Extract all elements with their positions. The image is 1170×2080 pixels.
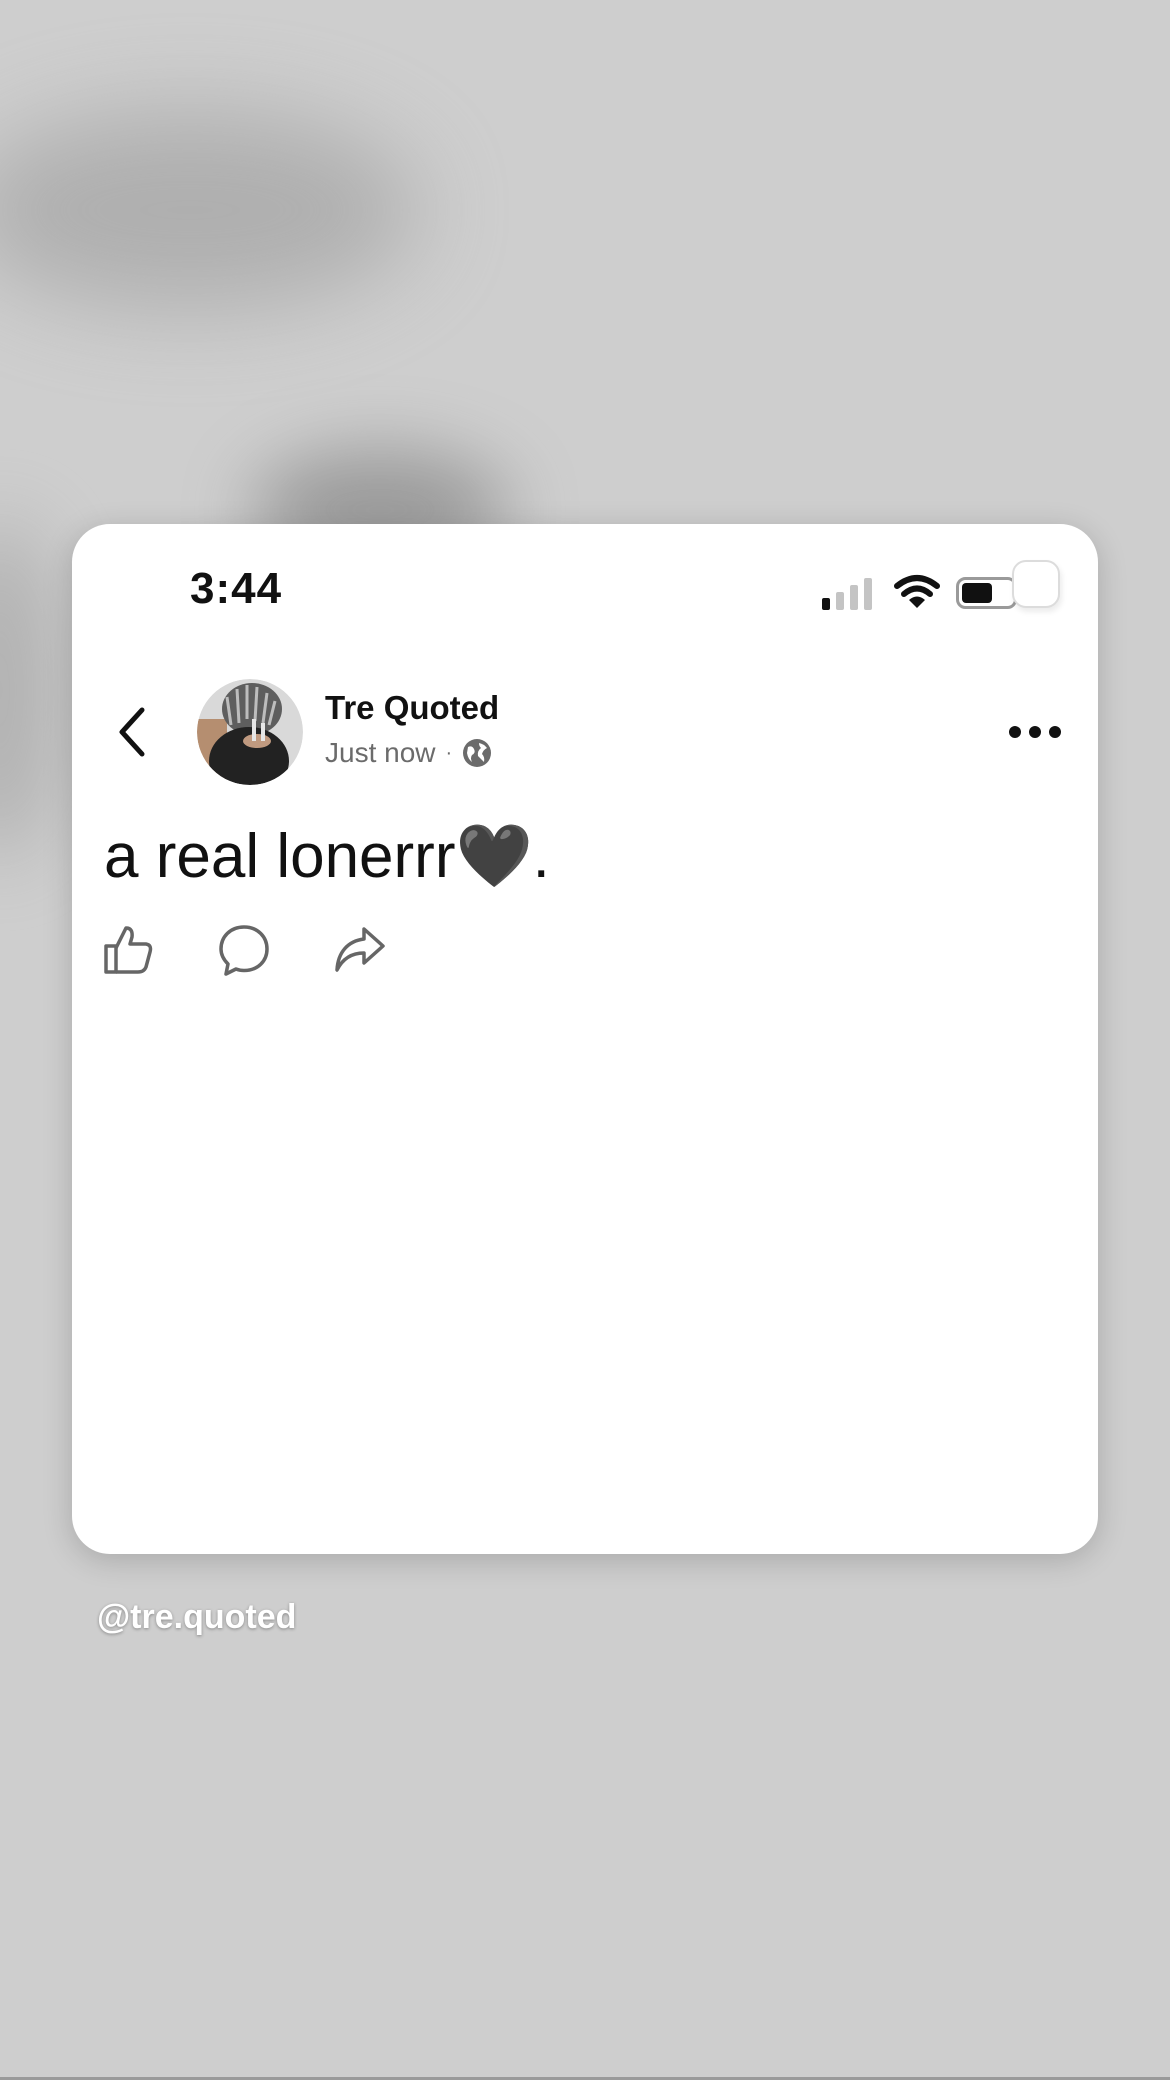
like-icon[interactable] — [102, 924, 154, 976]
globe-icon — [463, 739, 492, 767]
wifi-icon — [894, 575, 940, 608]
comment-icon[interactable] — [218, 924, 270, 976]
status-time: 3:44 — [190, 564, 283, 613]
post-text: a real lonerrr🖤. — [104, 822, 550, 891]
background-blur — [0, 110, 420, 310]
back-arrow-icon[interactable] — [112, 704, 152, 760]
more-options-icon[interactable] — [1007, 720, 1063, 744]
background-blur — [0, 520, 60, 860]
author-name[interactable]: Tre Quoted — [325, 689, 499, 727]
meta-separator: · — [445, 741, 453, 764]
post-timestamp: Just now — [325, 737, 436, 768]
cellular-signal-icon — [822, 578, 872, 610]
post-meta: Just now · — [325, 737, 492, 769]
post-card: 3:44 Tre Quoted Just now · a real lonerr… — [72, 524, 1098, 1554]
avatar[interactable] — [197, 679, 303, 785]
share-icon[interactable] — [334, 924, 386, 976]
story-handle[interactable]: @tre.quoted — [97, 1598, 296, 1637]
toggle-knob — [1012, 560, 1060, 608]
post-actions — [102, 924, 386, 976]
